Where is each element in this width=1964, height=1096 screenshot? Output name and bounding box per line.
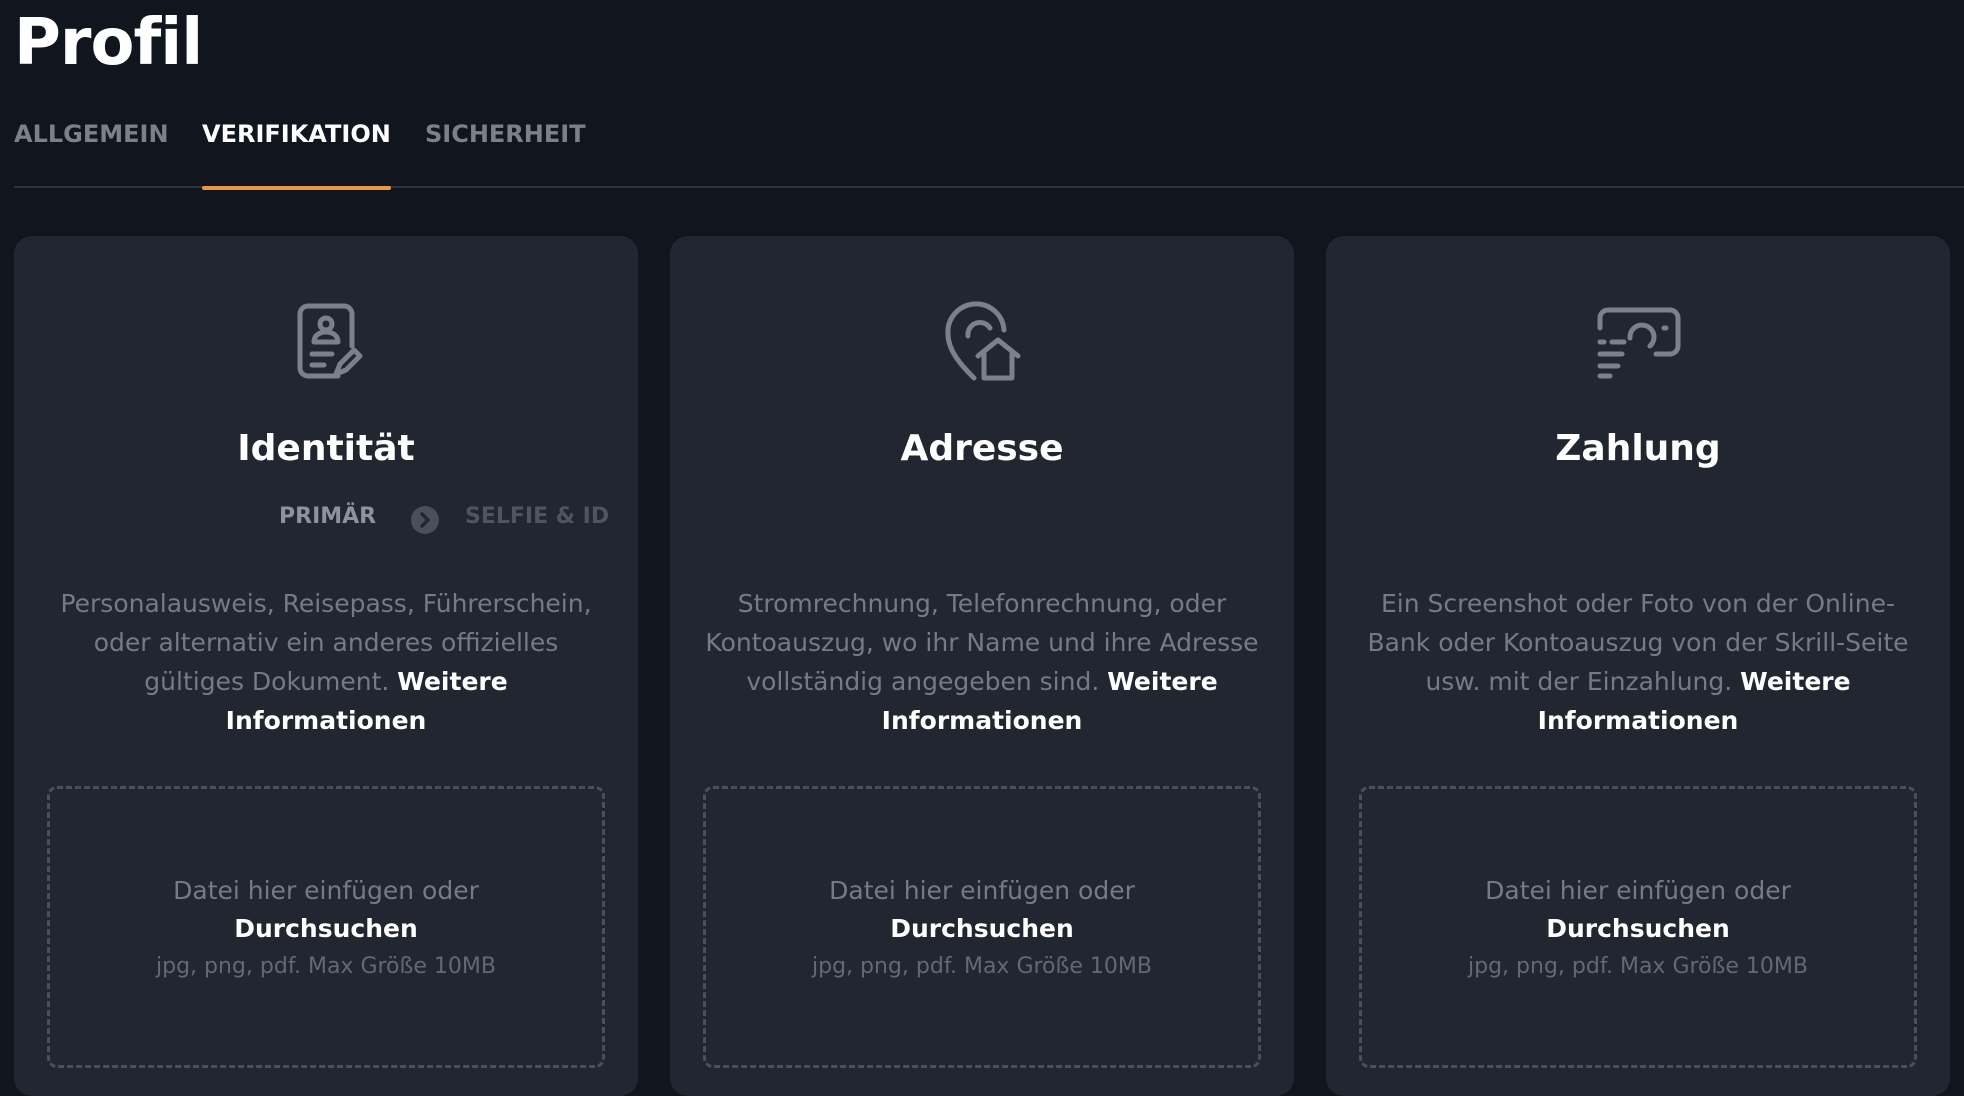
tab-allgemein[interactable]: ALLGEMEIN [14,120,169,188]
location-home-icon [938,298,1026,386]
card-description: Stromrechnung, Telefonrechnung, oder Kon… [700,584,1264,740]
dropzone-text: Datei hier einfügen oder [1485,876,1791,905]
step-primary[interactable]: PRIMÄR [279,504,376,529]
file-dropzone[interactable]: Datei hier einfügen oder Durchsuchen jpg… [47,786,605,1068]
card-identity: Identität PRIMÄR SELFIE & ID Personalaus… [14,236,638,1096]
card-title: Zahlung [1555,428,1721,469]
description-text: Personalausweis, Reisepass, Führerschein… [60,589,592,696]
page-title: Profil [14,6,203,80]
card-description: Personalausweis, Reisepass, Führerschein… [44,584,608,740]
id-document-icon [282,298,370,386]
card-title: Adresse [900,428,1064,469]
browse-link[interactable]: Durchsuchen [50,910,602,948]
dropzone-text: Datei hier einfügen oder [173,876,479,905]
card-description: Ein Screenshot oder Foto von der Online-… [1356,584,1920,740]
card-address: Adresse Stromrechnung, Telefonrechnung, … [670,236,1294,1096]
browse-link[interactable]: Durchsuchen [1362,910,1914,948]
browse-link[interactable]: Durchsuchen [706,910,1258,948]
verification-steps: PRIMÄR SELFIE & ID [14,504,638,538]
dropzone-hint: jpg, png, pdf. Max Größe 10MB [156,954,496,979]
dropzone-hint: jpg, png, pdf. Max Größe 10MB [812,954,1152,979]
chevron-right-icon [411,506,439,534]
dropzone-hint: jpg, png, pdf. Max Größe 10MB [1468,954,1808,979]
step-selfie-id[interactable]: SELFIE & ID [465,504,609,529]
file-dropzone[interactable]: Datei hier einfügen oder Durchsuchen jpg… [703,786,1261,1068]
card-title: Identität [237,428,415,469]
dropzone-text: Datei hier einfügen oder [829,876,1135,905]
card-payment: Zahlung Ein Screenshot oder Foto von der… [1326,236,1950,1096]
tab-verifikation[interactable]: VERIFIKATION [202,120,391,190]
tab-sicherheit[interactable]: SICHERHEIT [425,120,586,188]
payment-screen-icon [1594,298,1682,386]
file-dropzone[interactable]: Datei hier einfügen oder Durchsuchen jpg… [1359,786,1917,1068]
profile-tabs: ALLGEMEIN VERIFIKATION SICHERHEIT [14,100,1964,190]
